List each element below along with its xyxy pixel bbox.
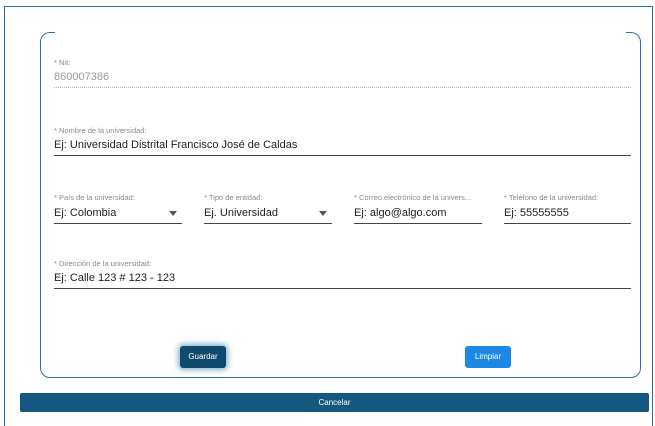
phone-field[interactable]: * Teléfono de la universidad: Ej: 555555… xyxy=(504,193,631,226)
address-field[interactable]: * Dirección de la universidad: Ej: Calle… xyxy=(54,259,631,290)
university-name-input[interactable]: Ej: Universidad Distrital Francisco José… xyxy=(54,139,297,151)
nit-label: * Nit: xyxy=(54,58,71,67)
country-value[interactable]: Ej: Colombia xyxy=(54,207,116,219)
chevron-down-icon[interactable] xyxy=(319,211,327,216)
address-label: * Dirección de la universidad: xyxy=(54,259,152,268)
address-input[interactable]: Ej: Calle 123 # 123 - 123 xyxy=(54,272,175,284)
nit-field: * Nit: 860007386 xyxy=(54,58,631,90)
country-select[interactable]: * País de la universidad: Ej: Colombia xyxy=(54,193,182,226)
email-field[interactable]: * Correo electrónico de la univers... Ej… xyxy=(354,193,482,226)
email-input[interactable]: Ej: algo@algo.com xyxy=(354,207,447,219)
phone-underline xyxy=(504,223,631,224)
entity-type-value[interactable]: Ej. Universidad xyxy=(204,207,278,219)
university-name-underline xyxy=(54,155,631,156)
card-top-gap xyxy=(55,30,626,36)
save-button[interactable]: Guardar xyxy=(180,346,226,368)
entity-type-select[interactable]: * Tipo de entidad: Ej. Universidad xyxy=(204,193,332,226)
university-name-field[interactable]: * Nombre de la universidad: Ej: Universi… xyxy=(54,126,631,158)
university-name-label: * Nombre de la universidad: xyxy=(54,126,147,135)
nit-value: 860007386 xyxy=(54,71,110,83)
nit-underline xyxy=(54,87,631,88)
chevron-down-icon[interactable] xyxy=(169,211,177,216)
country-underline xyxy=(54,223,182,224)
cancel-button[interactable]: Cancelar xyxy=(20,393,649,412)
clear-button[interactable]: Limpiar xyxy=(465,346,511,368)
email-label: * Correo electrónico de la univers... xyxy=(354,193,472,202)
phone-label: * Teléfono de la universidad: xyxy=(504,193,599,202)
entity-type-label: * Tipo de entidad: xyxy=(204,193,263,202)
email-underline xyxy=(354,223,482,224)
country-label: * País de la universidad: xyxy=(54,193,135,202)
entity-type-underline xyxy=(204,223,332,224)
phone-input[interactable]: Ej: 55555555 xyxy=(504,207,569,219)
address-underline xyxy=(54,288,631,289)
